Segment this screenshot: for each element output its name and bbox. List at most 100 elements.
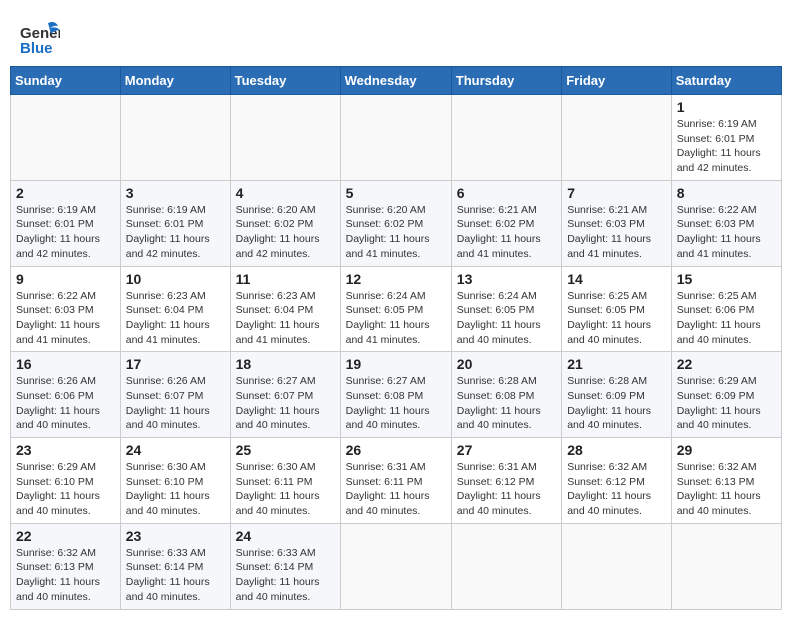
day-number: 23 <box>16 442 115 458</box>
day-number: 18 <box>236 356 335 372</box>
day-info: Sunrise: 6:19 AMSunset: 6:01 PMDaylight:… <box>126 203 225 262</box>
day-header-friday: Friday <box>562 67 672 95</box>
calendar-cell: 22 Sunrise: 6:29 AMSunset: 6:09 PMDayligh… <box>671 352 781 438</box>
logo-icon: General Blue <box>20 18 60 58</box>
day-number: 22 <box>16 528 115 544</box>
day-number: 17 <box>126 356 225 372</box>
calendar-cell: 22 Sunrise: 6:32 AMSunset: 6:13 PMDayligh… <box>11 523 121 609</box>
calendar-cell: 2Sunrise: 6:19 AMSunset: 6:01 PMDaylight… <box>11 180 121 266</box>
day-info: Sunrise: 6:23 AMSunset: 6:04 PMDaylight:… <box>236 289 335 348</box>
day-number: 28 <box>567 442 666 458</box>
logo: General Blue <box>20 18 60 58</box>
calendar-cell: 28 Sunrise: 6:32 AMSunset: 6:12 PMDayligh… <box>562 438 672 524</box>
day-number: 5 <box>346 185 446 201</box>
day-info: Sunrise: 6:19 AMSunset: 6:01 PMDaylight:… <box>677 117 776 176</box>
calendar-cell: 19 Sunrise: 6:27 AMSunset: 6:08 PMDayligh… <box>340 352 451 438</box>
day-info: Sunrise: 6:20 AMSunset: 6:02 PMDaylight:… <box>236 203 335 262</box>
day-number: 20 <box>457 356 556 372</box>
day-info: Sunrise: 6:21 AMSunset: 6:03 PMDaylight:… <box>567 203 666 262</box>
calendar-week-row: 1Sunrise: 6:19 AMSunset: 6:01 PMDaylight… <box>11 95 782 181</box>
day-number: 3 <box>126 185 225 201</box>
calendar-cell: 21 Sunrise: 6:28 AMSunset: 6:09 PMDayligh… <box>562 352 672 438</box>
calendar-cell: 27 Sunrise: 6:31 AMSunset: 6:12 PMDayligh… <box>451 438 561 524</box>
calendar-cell: 16 Sunrise: 6:26 AMSunset: 6:06 PMDayligh… <box>11 352 121 438</box>
day-number: 24 <box>236 528 335 544</box>
day-number: 26 <box>346 442 446 458</box>
day-info: Sunrise: 6:29 AMSunset: 6:10 PMDaylight:… <box>16 460 115 519</box>
calendar-cell: 9Sunrise: 6:22 AMSunset: 6:03 PMDaylight… <box>11 266 121 352</box>
day-number: 22 <box>677 356 776 372</box>
day-info: Sunrise: 6:24 AMSunset: 6:05 PMDaylight:… <box>346 289 446 348</box>
calendar-week-row: 22 Sunrise: 6:32 AMSunset: 6:13 PMDayligh… <box>11 523 782 609</box>
day-number: 19 <box>346 356 446 372</box>
day-info: Sunrise: 6:26 AMSunset: 6:07 PMDaylight:… <box>126 374 225 433</box>
calendar-cell <box>451 95 561 181</box>
calendar-cell: 26 Sunrise: 6:31 AMSunset: 6:11 PMDayligh… <box>340 438 451 524</box>
calendar-cell: 5 Sunrise: 6:20 AMSunset: 6:02 PMDaylight… <box>340 180 451 266</box>
day-number: 7 <box>567 185 666 201</box>
day-info: Sunrise: 6:33 AMSunset: 6:14 PMDaylight:… <box>236 546 335 605</box>
day-info: Sunrise: 6:31 AMSunset: 6:11 PMDaylight:… <box>346 460 446 519</box>
day-info: Sunrise: 6:25 AMSunset: 6:05 PMDaylight:… <box>567 289 666 348</box>
calendar-cell: 4 Sunrise: 6:20 AMSunset: 6:02 PMDaylight… <box>230 180 340 266</box>
calendar-cell: 20 Sunrise: 6:28 AMSunset: 6:08 PMDayligh… <box>451 352 561 438</box>
day-info: Sunrise: 6:29 AMSunset: 6:09 PMDaylight:… <box>677 374 776 433</box>
day-info: Sunrise: 6:22 AMSunset: 6:03 PMDaylight:… <box>677 203 776 262</box>
day-info: Sunrise: 6:32 AMSunset: 6:13 PMDaylight:… <box>677 460 776 519</box>
calendar-week-row: 23 Sunrise: 6:29 AMSunset: 6:10 PMDayligh… <box>11 438 782 524</box>
day-number: 15 <box>677 271 776 287</box>
calendar-week-row: 16 Sunrise: 6:26 AMSunset: 6:06 PMDayligh… <box>11 352 782 438</box>
day-info: Sunrise: 6:20 AMSunset: 6:02 PMDaylight:… <box>346 203 446 262</box>
day-info: Sunrise: 6:32 AMSunset: 6:12 PMDaylight:… <box>567 460 666 519</box>
day-number: 4 <box>236 185 335 201</box>
calendar-cell: 23 Sunrise: 6:29 AMSunset: 6:10 PMDayligh… <box>11 438 121 524</box>
day-info: Sunrise: 6:21 AMSunset: 6:02 PMDaylight:… <box>457 203 556 262</box>
day-info: Sunrise: 6:22 AMSunset: 6:03 PMDaylight:… <box>16 289 115 348</box>
day-number: 6 <box>457 185 556 201</box>
day-info: Sunrise: 6:27 AMSunset: 6:08 PMDaylight:… <box>346 374 446 433</box>
calendar-cell: 3 Sunrise: 6:19 AMSunset: 6:01 PMDaylight… <box>120 180 230 266</box>
day-number: 29 <box>677 442 776 458</box>
day-info: Sunrise: 6:32 AMSunset: 6:13 PMDaylight:… <box>16 546 115 605</box>
day-number: 25 <box>236 442 335 458</box>
calendar-week-row: 2Sunrise: 6:19 AMSunset: 6:01 PMDaylight… <box>11 180 782 266</box>
day-number: 13 <box>457 271 556 287</box>
day-number: 12 <box>346 271 446 287</box>
day-number: 21 <box>567 356 666 372</box>
calendar-cell <box>120 95 230 181</box>
calendar-table: SundayMondayTuesdayWednesdayThursdayFrid… <box>10 66 782 610</box>
calendar-cell: 6 Sunrise: 6:21 AMSunset: 6:02 PMDaylight… <box>451 180 561 266</box>
day-number: 23 <box>126 528 225 544</box>
calendar-cell <box>562 95 672 181</box>
day-info: Sunrise: 6:26 AMSunset: 6:06 PMDaylight:… <box>16 374 115 433</box>
calendar-cell: 18 Sunrise: 6:27 AMSunset: 6:07 PMDayligh… <box>230 352 340 438</box>
day-info: Sunrise: 6:28 AMSunset: 6:09 PMDaylight:… <box>567 374 666 433</box>
day-header-saturday: Saturday <box>671 67 781 95</box>
day-number: 11 <box>236 271 335 287</box>
day-header-wednesday: Wednesday <box>340 67 451 95</box>
calendar-cell: 8 Sunrise: 6:22 AMSunset: 6:03 PMDaylight… <box>671 180 781 266</box>
svg-text:Blue: Blue <box>20 40 53 57</box>
day-number: 8 <box>677 185 776 201</box>
day-info: Sunrise: 6:25 AMSunset: 6:06 PMDaylight:… <box>677 289 776 348</box>
calendar-cell: 25 Sunrise: 6:30 AMSunset: 6:11 PMDayligh… <box>230 438 340 524</box>
calendar-cell: 1Sunrise: 6:19 AMSunset: 6:01 PMDaylight… <box>671 95 781 181</box>
day-number: 16 <box>16 356 115 372</box>
calendar-cell: 11 Sunrise: 6:23 AMSunset: 6:04 PMDayligh… <box>230 266 340 352</box>
day-info: Sunrise: 6:31 AMSunset: 6:12 PMDaylight:… <box>457 460 556 519</box>
calendar-cell <box>340 95 451 181</box>
day-info: Sunrise: 6:28 AMSunset: 6:08 PMDaylight:… <box>457 374 556 433</box>
calendar-cell <box>671 523 781 609</box>
calendar-cell: 10Sunrise: 6:23 AMSunset: 6:04 PMDayligh… <box>120 266 230 352</box>
calendar-cell: 13Sunrise: 6:24 AMSunset: 6:05 PMDayligh… <box>451 266 561 352</box>
day-info: Sunrise: 6:30 AMSunset: 6:11 PMDaylight:… <box>236 460 335 519</box>
day-info: Sunrise: 6:27 AMSunset: 6:07 PMDaylight:… <box>236 374 335 433</box>
day-header-sunday: Sunday <box>11 67 121 95</box>
calendar-cell: 17 Sunrise: 6:26 AMSunset: 6:07 PMDayligh… <box>120 352 230 438</box>
day-header-monday: Monday <box>120 67 230 95</box>
calendar-cell: 29 Sunrise: 6:32 AMSunset: 6:13 PMDayligh… <box>671 438 781 524</box>
day-number: 27 <box>457 442 556 458</box>
calendar-cell: 24Sunrise: 6:30 AMSunset: 6:10 PMDayligh… <box>120 438 230 524</box>
day-number: 10 <box>126 271 225 287</box>
calendar-cell <box>230 95 340 181</box>
